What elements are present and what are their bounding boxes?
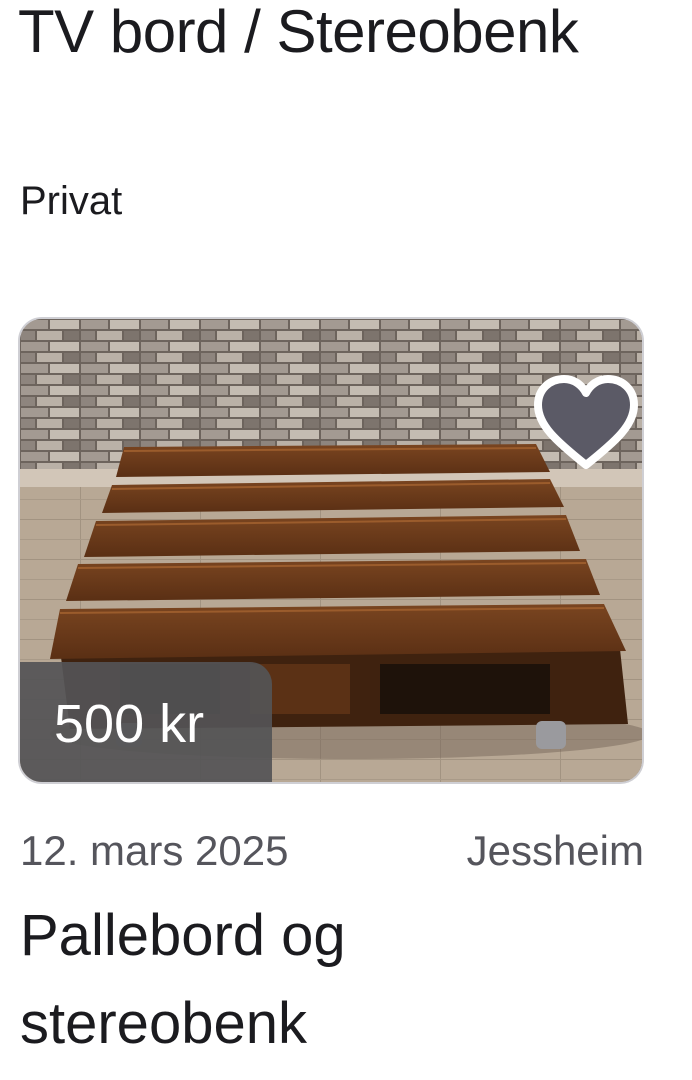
- listing-date: 12. mars 2025: [20, 827, 289, 874]
- listing-title[interactable]: Pallebord og stereobenk: [20, 892, 640, 1068]
- listing-location: Jessheim: [466, 827, 644, 874]
- favorite-button[interactable]: [532, 373, 640, 473]
- listing-page: TV bord / Stereobenk Privat 500 kr 12. m…: [0, 0, 692, 1080]
- seller-type-label: Privat: [20, 179, 123, 223]
- category-title: TV bord / Stereobenk: [18, 0, 579, 65]
- heart-icon: [534, 375, 638, 469]
- price-badge: 500 kr: [20, 662, 272, 782]
- price-label: 500 kr: [54, 694, 205, 754]
